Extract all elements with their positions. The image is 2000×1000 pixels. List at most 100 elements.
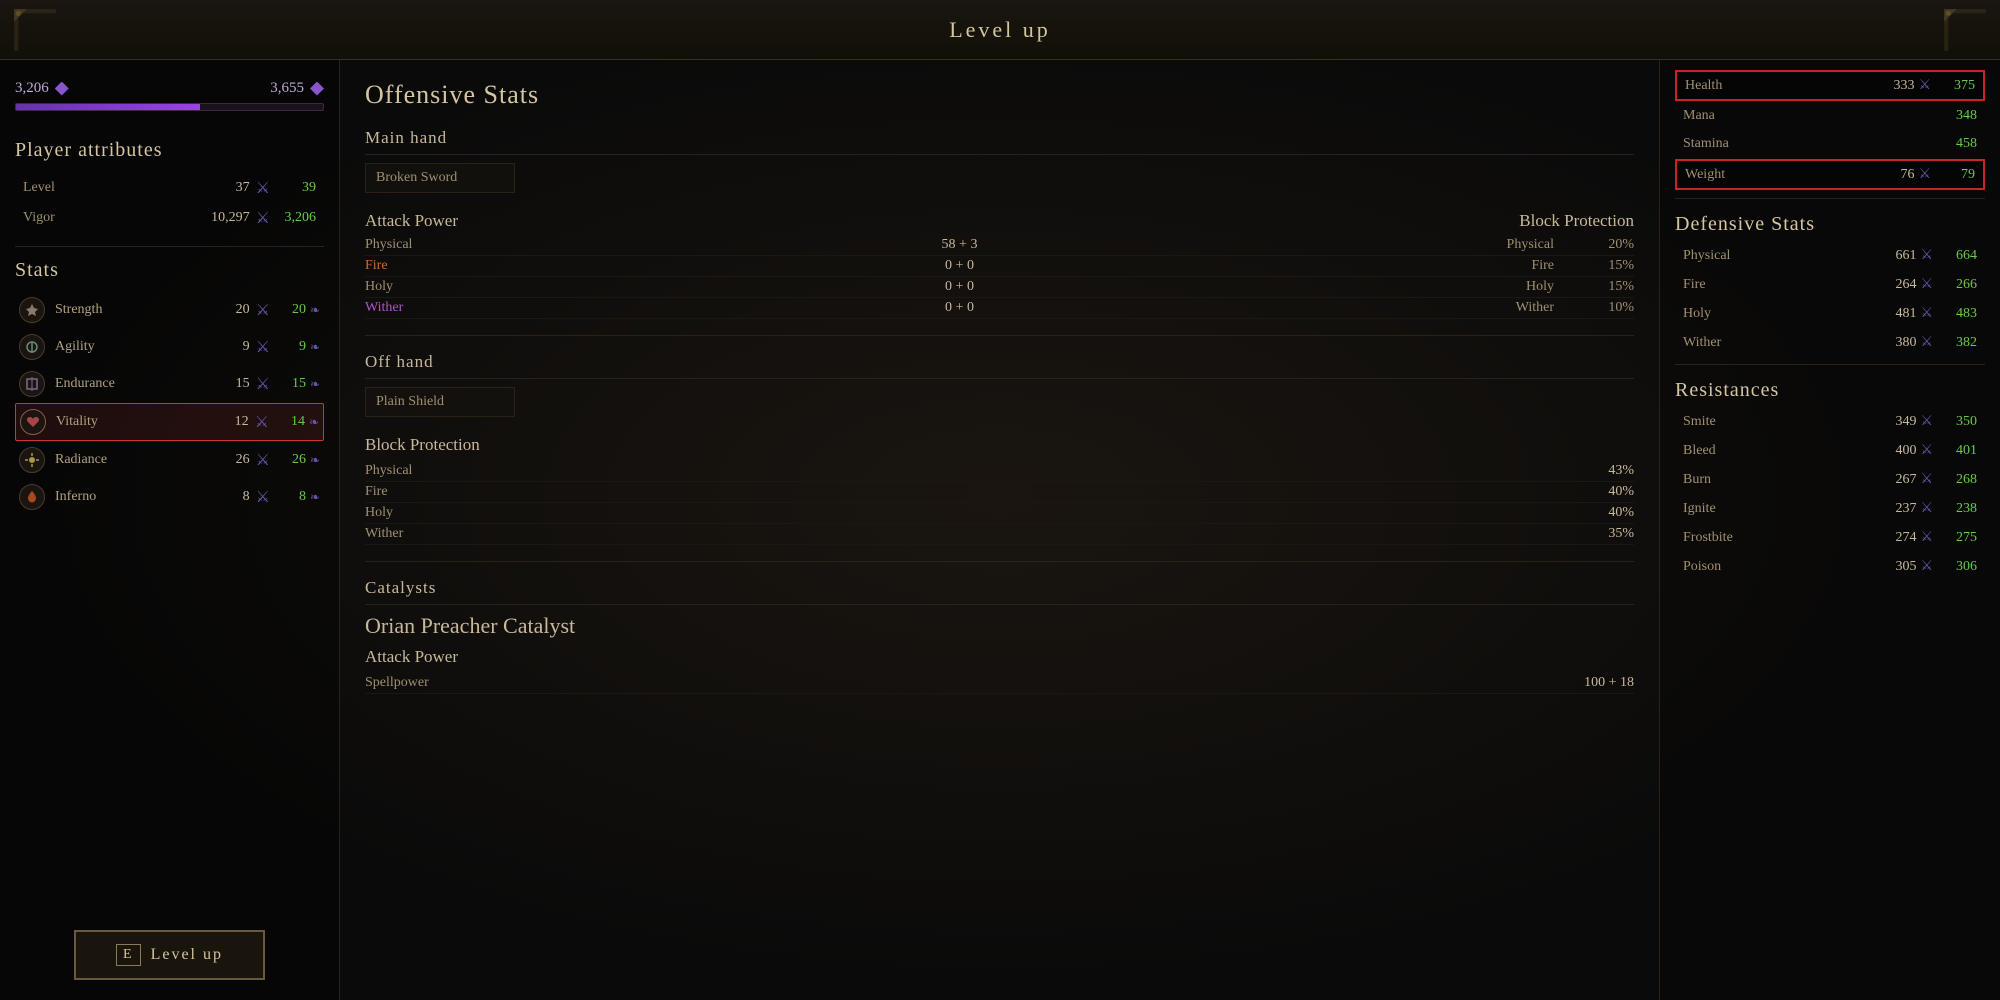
player-attributes-title: Player attributes: [15, 139, 324, 162]
def-physical-label: Physical: [1683, 248, 1876, 264]
res-poison-row: Poison 305 ⚔ 306: [1675, 553, 1985, 580]
spellpower-value: 100 + 18: [1584, 675, 1634, 691]
res-poison-old: 305: [1876, 559, 1916, 575]
stat-name-agility: Agility: [55, 339, 220, 355]
arrow-icon-radiance: ⚔: [256, 450, 270, 470]
divider-main-hand: [365, 154, 1634, 155]
off-hand-item-name: Plain Shield: [376, 394, 444, 409]
def-physical-arrow: ⚔: [1920, 247, 1933, 264]
off-hand-item: Plain Shield: [365, 387, 515, 417]
stat-row-inferno[interactable]: Inferno 8 ⚔ 8 ❧: [15, 479, 324, 515]
weight-old: 76: [1874, 167, 1914, 183]
weight-arrow: ⚔: [1918, 166, 1931, 183]
attribute-label-level: Level: [23, 180, 190, 196]
vigor-gem-left: [55, 82, 69, 96]
right-divider-2: [1675, 364, 1985, 365]
vigor-current: 3,206: [15, 80, 49, 97]
res-frostbite-arrow: ⚔: [1920, 529, 1933, 546]
stat-row-radiance[interactable]: Radiance 26 ⚔ 26 ❧: [15, 442, 324, 478]
vital-mana-row: Mana 348: [1675, 103, 1985, 129]
stat-row-endurance[interactable]: Endurance 15 ⚔ 15 ❧: [15, 366, 324, 402]
block-fire-value: 15%: [1594, 258, 1634, 274]
stat-value-vitality: 12: [219, 414, 249, 430]
stat-name-inferno: Inferno: [55, 489, 220, 505]
health-label: Health: [1685, 78, 1874, 94]
def-wither-label: Wither: [1683, 335, 1876, 351]
stat-holy-main: Holy 0 + 0 Holy 15%: [365, 277, 1634, 298]
stat-name-endurance: Endurance: [55, 376, 220, 392]
top-bar: Level up: [0, 0, 2000, 60]
stat-arrows-endurance: ❧: [310, 377, 320, 392]
middle-panel: Offensive Stats Main hand Broken Sword A…: [340, 60, 1660, 1000]
stat-name-radiance: Radiance: [55, 452, 220, 468]
def-fire-arrow: ⚔: [1920, 276, 1933, 293]
weight-new: 79: [1935, 167, 1975, 183]
stat-value-agility: 9: [220, 339, 250, 355]
off-hand-header: Off hand: [365, 352, 1634, 372]
value-fire: 0 + 0: [920, 258, 1000, 274]
stats-divider: [15, 246, 324, 247]
offensive-stats-title: Offensive Stats: [365, 80, 1634, 110]
stat-row-agility[interactable]: Agility 9 ⚔ 9 ❧: [15, 329, 324, 365]
def-holy-new: 483: [1937, 306, 1977, 322]
vigor-right-value: 3,655: [270, 80, 324, 97]
stat-row-strength[interactable]: Strength 20 ⚔ 20 ❧: [15, 292, 324, 328]
vigor-max: 3,655: [270, 80, 304, 97]
corner-ornament-left: [10, 5, 60, 55]
mana-new: 348: [1937, 108, 1977, 124]
catalyst-item-name: Orian Preacher Catalyst: [365, 613, 1634, 639]
off-wither-label: Wither: [365, 526, 403, 542]
res-poison-label: Poison: [1683, 559, 1876, 575]
stat-new-inferno: 8: [276, 489, 306, 505]
attack-power-section: Attack Power Block Protection Physical 5…: [365, 211, 1634, 319]
off-hand-block-label: Block Protection: [365, 435, 1634, 455]
vigor-bar-track: [15, 103, 324, 111]
attribute-row-vigor: Vigor 10,297 ⚔ 3,206: [15, 204, 324, 232]
left-panel: 3,206 3,655 Player attributes Level 37 ⚔…: [0, 60, 340, 1000]
off-holy-row: Holy 40%: [365, 503, 1634, 524]
level-up-button[interactable]: E Level up: [74, 930, 265, 980]
health-arrow: ⚔: [1918, 77, 1931, 94]
res-burn-old: 267: [1876, 472, 1916, 488]
block-protection-label: Block Protection: [1519, 211, 1634, 231]
block-holy-value: 15%: [1594, 279, 1634, 295]
right-panel: Health 333 ⚔ 375 Mana 348 Stamina 458 We…: [1660, 60, 2000, 1000]
res-smite-old: 349: [1876, 414, 1916, 430]
off-holy-value: 40%: [1608, 505, 1634, 521]
stat-arrows-agility: ❧: [310, 340, 320, 355]
stat-icon-agility: [19, 334, 45, 360]
arrow-icon-level: ⚔: [256, 178, 270, 198]
res-ignite-row: Ignite 237 ⚔ 238: [1675, 495, 1985, 522]
vigor-bar-fill: [16, 104, 200, 110]
value-wither: 0 + 0: [920, 300, 1000, 316]
def-holy-label: Holy: [1683, 306, 1876, 322]
res-ignite-old: 237: [1876, 501, 1916, 517]
vigor-bar-row: 3,206 3,655: [15, 80, 324, 97]
res-bleed-new: 401: [1937, 443, 1977, 459]
label-fire: Fire: [365, 258, 920, 274]
stat-icon-endurance: [19, 371, 45, 397]
stat-row-vitality[interactable]: Vitality 12 ⚔ 14 ❧: [15, 403, 324, 441]
value-physical: 58 + 3: [920, 237, 1000, 253]
stat-new-radiance: 26: [276, 452, 306, 468]
off-physical-label: Physical: [365, 463, 412, 479]
off-wither-row: Wither 35%: [365, 524, 1634, 545]
stamina-new: 458: [1937, 136, 1977, 152]
block-physical-value: 20%: [1594, 237, 1634, 253]
stat-value-endurance: 15: [220, 376, 250, 392]
level-up-label: Level up: [151, 946, 223, 964]
def-fire-row: Fire 264 ⚔ 266: [1675, 271, 1985, 298]
block-wither-label: Wither: [1000, 300, 1555, 316]
vital-stamina-row: Stamina 458: [1675, 131, 1985, 157]
stat-arrows-vitality: ❧: [309, 415, 319, 430]
divider-off-hand: [365, 378, 1634, 379]
off-fire-row: Fire 40%: [365, 482, 1634, 503]
def-fire-old: 264: [1876, 277, 1916, 293]
block-physical-label: Physical: [1000, 237, 1555, 253]
attribute-label-vigor: Vigor: [23, 210, 190, 226]
attribute-new-level: 39: [276, 180, 316, 196]
res-frostbite-label: Frostbite: [1683, 530, 1876, 546]
def-wither-row: Wither 380 ⚔ 382: [1675, 329, 1985, 356]
def-physical-new: 664: [1937, 248, 1977, 264]
def-holy-row: Holy 481 ⚔ 483: [1675, 300, 1985, 327]
